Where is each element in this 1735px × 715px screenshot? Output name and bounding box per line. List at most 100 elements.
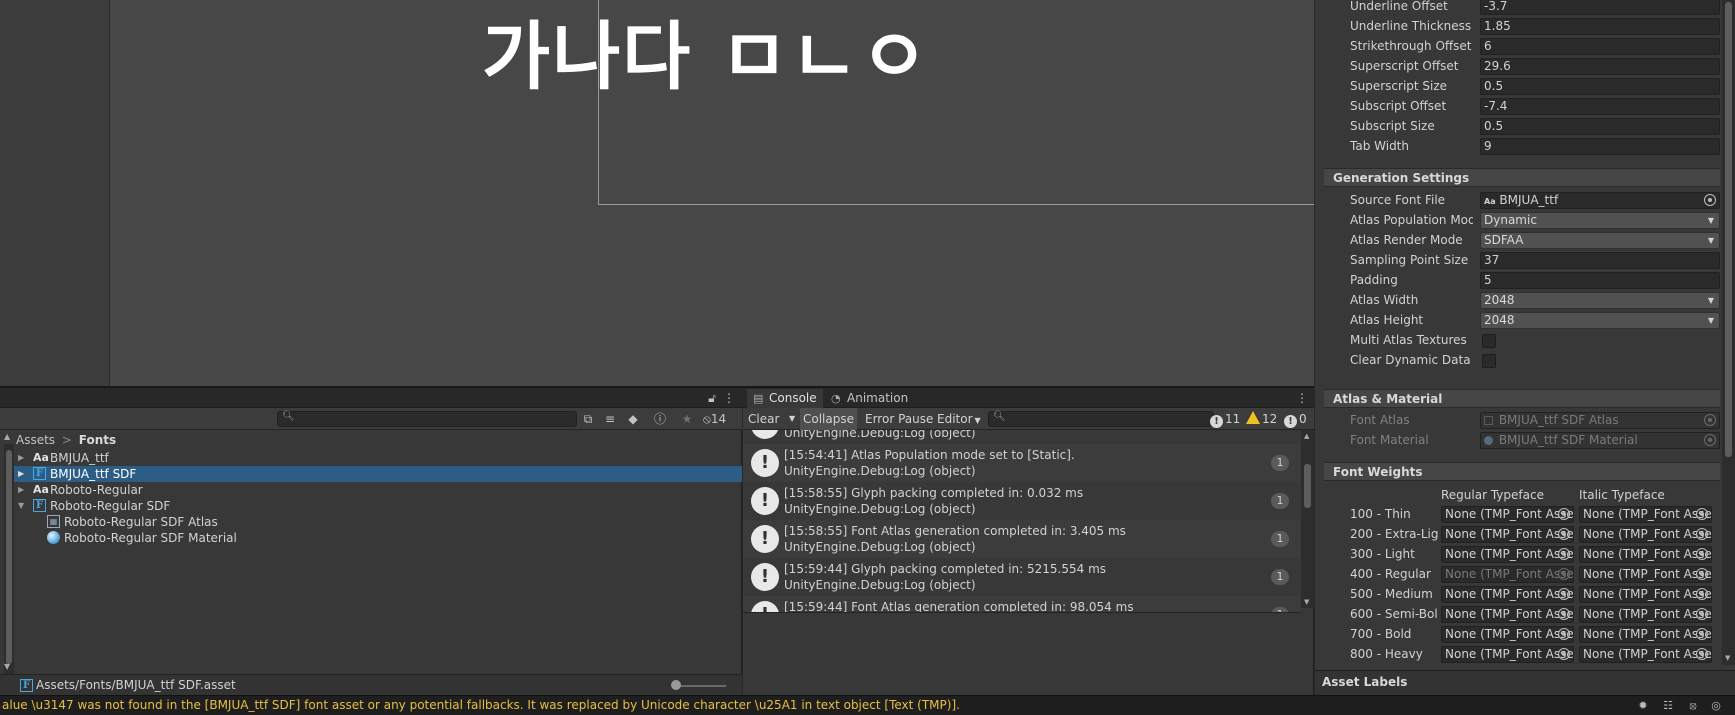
object-picker-icon[interactable]	[1696, 568, 1708, 580]
object-picker-icon[interactable]	[1696, 508, 1708, 520]
error-pause-toggle[interactable]: Error Pause	[862, 408, 936, 430]
object-picker-icon[interactable]	[1696, 608, 1708, 620]
breadcrumb-root[interactable]: Assets	[16, 433, 55, 447]
tag-icon[interactable]: ◆	[624, 410, 642, 428]
regular-typeface-field[interactable]: None (TMP_Font Asset)	[1441, 626, 1574, 643]
padding-field[interactable]: 5	[1480, 272, 1720, 289]
clear-dynamic-data-checkbox[interactable]	[1482, 354, 1496, 368]
tree-item-bmjua-ttf-sdf[interactable]: ▶ F BMJUA_ttf SDF	[14, 466, 742, 482]
atlas-population-mode-dropdown[interactable]: Dynamic ▼	[1480, 212, 1720, 229]
regular-typeface-field[interactable]: None (TMP_Font Asset)	[1441, 586, 1574, 603]
object-picker-icon[interactable]	[1558, 648, 1570, 660]
superscript-size-field[interactable]: 0.5	[1480, 78, 1720, 95]
tab-width-field[interactable]: 9	[1480, 138, 1720, 155]
breadcrumb-current[interactable]: Fonts	[79, 433, 116, 447]
strikethrough-offset-field[interactable]: 6	[1480, 38, 1720, 55]
kebab-menu-icon[interactable]: ⋮	[722, 388, 736, 408]
italic-typeface-field[interactable]: None (TMP_Font Asset)	[1579, 646, 1712, 663]
clear-options-dropdown-icon[interactable]: ▼	[786, 408, 798, 430]
scene-view[interactable]: 가나다 ㅁㄴㅇ	[0, 0, 1314, 387]
tree-item-bmjua-ttf[interactable]: ▶ Aa BMJUA_ttf	[14, 450, 742, 466]
atlas-width-dropdown[interactable]: 2048 ▼	[1480, 292, 1720, 309]
regular-typeface-field[interactable]: None (TMP_Font Asset)	[1441, 606, 1574, 623]
multi-atlas-textures-checkbox[interactable]	[1482, 334, 1496, 348]
scroll-up-icon[interactable]: ▲	[1304, 432, 1309, 440]
filter-by-label-icon[interactable]: ≡	[601, 410, 619, 428]
lock-icon[interactable]: 🔓︎	[705, 388, 719, 408]
info-count-toggle[interactable]: ! 11	[1210, 411, 1240, 428]
italic-typeface-field[interactable]: None (TMP_Font Asset)	[1579, 566, 1712, 583]
error-count-toggle[interactable]: ! 0	[1284, 411, 1307, 428]
section-generation-settings[interactable]: Generation Settings	[1324, 168, 1720, 187]
object-picker-icon[interactable]	[1558, 588, 1570, 600]
scrollbar-thumb[interactable]	[1304, 464, 1311, 508]
console-detail-pane[interactable]	[743, 612, 1301, 695]
scrollbar-thumb[interactable]	[6, 450, 12, 664]
status-warning-message[interactable]: alue \u3147 was not found in the [BMJUA_…	[2, 698, 960, 712]
tree-item-roboto-regular[interactable]: ▶ Aa Roboto-Regular	[14, 482, 742, 498]
atlas-height-dropdown[interactable]: 2048 ▼	[1480, 312, 1720, 329]
object-picker-icon[interactable]	[1696, 588, 1708, 600]
regular-typeface-field[interactable]: None (TMP_Font Asset)	[1441, 526, 1574, 543]
object-picker-icon[interactable]	[1696, 528, 1708, 540]
italic-typeface-field[interactable]: None (TMP_Font Asset)	[1579, 506, 1712, 523]
tab-console[interactable]: ▤ Console	[747, 389, 823, 408]
tree-item-roboto-sdf-material[interactable]: Roboto-Regular SDF Material	[14, 530, 742, 546]
italic-typeface-field[interactable]: None (TMP_Font Asset)	[1579, 546, 1712, 563]
hidden-packages-toggle[interactable]: ⦸14	[703, 410, 739, 428]
expand-arrow-icon[interactable]: ▶	[18, 482, 24, 498]
activity-check-icon[interactable]: ◎	[1708, 698, 1724, 714]
log-row[interactable]: ! [15:58:55] Glyph packing completed in:…	[743, 482, 1301, 520]
scene-preview-text[interactable]: 가나다 ㅁㄴㅇ	[482, 20, 930, 94]
italic-typeface-field[interactable]: None (TMP_Font Asset)	[1579, 606, 1712, 623]
regular-typeface-field[interactable]: None (TMP_Font Asset)	[1441, 646, 1574, 663]
scrollbar-thumb[interactable]	[1725, 2, 1732, 457]
object-picker-icon[interactable]	[1696, 628, 1708, 640]
warning-count-toggle[interactable]: 12	[1246, 411, 1277, 427]
superscript-offset-field[interactable]: 29.6	[1480, 58, 1720, 75]
kebab-menu-icon[interactable]: ⋮	[1295, 388, 1309, 408]
log-row[interactable]: ! [15:59:44] Glyph packing completed in:…	[743, 558, 1301, 596]
clear-button[interactable]: Clear	[745, 408, 782, 430]
collapse-arrow-icon[interactable]: ▼	[18, 498, 24, 514]
object-picker-icon[interactable]	[1558, 508, 1570, 520]
tab-animation[interactable]: ◔ Animation	[825, 389, 915, 408]
object-picker-icon[interactable]	[1696, 648, 1708, 660]
subscript-offset-field[interactable]: -7.4	[1480, 98, 1720, 115]
console-search-input[interactable]: 🔍︎	[988, 411, 1214, 427]
expand-arrow-icon[interactable]: ▶	[18, 450, 24, 466]
global-illumination-icon[interactable]: ⦻	[1685, 698, 1701, 714]
scroll-down-icon[interactable]: ▼	[1725, 654, 1730, 662]
log-row[interactable]: ! [15:54:41] Atlas Population mode set t…	[743, 444, 1301, 482]
underline-thickness-field[interactable]: 1.85	[1480, 18, 1720, 35]
scroll-down-icon[interactable]: ▼	[4, 662, 10, 671]
tree-item-roboto-sdf-atlas[interactable]: ▦ Roboto-Regular SDF Atlas	[14, 514, 742, 530]
slider-knob[interactable]	[671, 680, 681, 690]
expand-arrow-icon[interactable]: ▶	[18, 466, 24, 482]
object-picker-icon[interactable]	[1558, 628, 1570, 640]
underline-offset-field[interactable]: -3.7	[1480, 0, 1720, 15]
editor-dropdown[interactable]: Editor ▼	[934, 408, 984, 430]
regular-typeface-field[interactable]: None (TMP_Font Asset)	[1441, 506, 1574, 523]
log-row[interactable]: ! UnityEngine.Debug:Log (object)	[743, 430, 1301, 444]
icon-size-slider[interactable]	[674, 685, 726, 687]
collapse-toggle[interactable]: Collapse	[800, 408, 857, 430]
sampling-point-size-field[interactable]: 37	[1480, 252, 1720, 269]
info-icon[interactable]: ⓘ	[651, 410, 669, 428]
object-picker-icon[interactable]	[1558, 528, 1570, 540]
console-scrollbar[interactable]: ▲ ▼	[1301, 430, 1314, 608]
log-row[interactable]: ! [15:58:55] Font Atlas generation compl…	[743, 520, 1301, 558]
source-font-file-field[interactable]: Aa BMJUA_ttf	[1480, 192, 1720, 209]
object-picker-icon[interactable]	[1696, 548, 1708, 560]
tree-item-roboto-regular-sdf[interactable]: ▼ F Roboto-Regular SDF	[14, 498, 742, 514]
italic-typeface-field[interactable]: None (TMP_Font Asset)	[1579, 586, 1712, 603]
italic-typeface-field[interactable]: None (TMP_Font Asset)	[1579, 626, 1712, 643]
subscript-size-field[interactable]: 0.5	[1480, 118, 1720, 135]
favorite-star-icon[interactable]: ★	[678, 410, 696, 428]
scroll-down-icon[interactable]: ▼	[1304, 598, 1309, 606]
project-scrollbar[interactable]	[4, 444, 14, 676]
regular-typeface-field[interactable]: None (TMP_Font Asset)	[1441, 546, 1574, 563]
log-row[interactable]: ! [15:59:44] Font Atlas generation compl…	[743, 596, 1301, 612]
object-picker-icon[interactable]	[1558, 548, 1570, 560]
atlas-render-mode-dropdown[interactable]: SDFAA ▼	[1480, 232, 1720, 249]
